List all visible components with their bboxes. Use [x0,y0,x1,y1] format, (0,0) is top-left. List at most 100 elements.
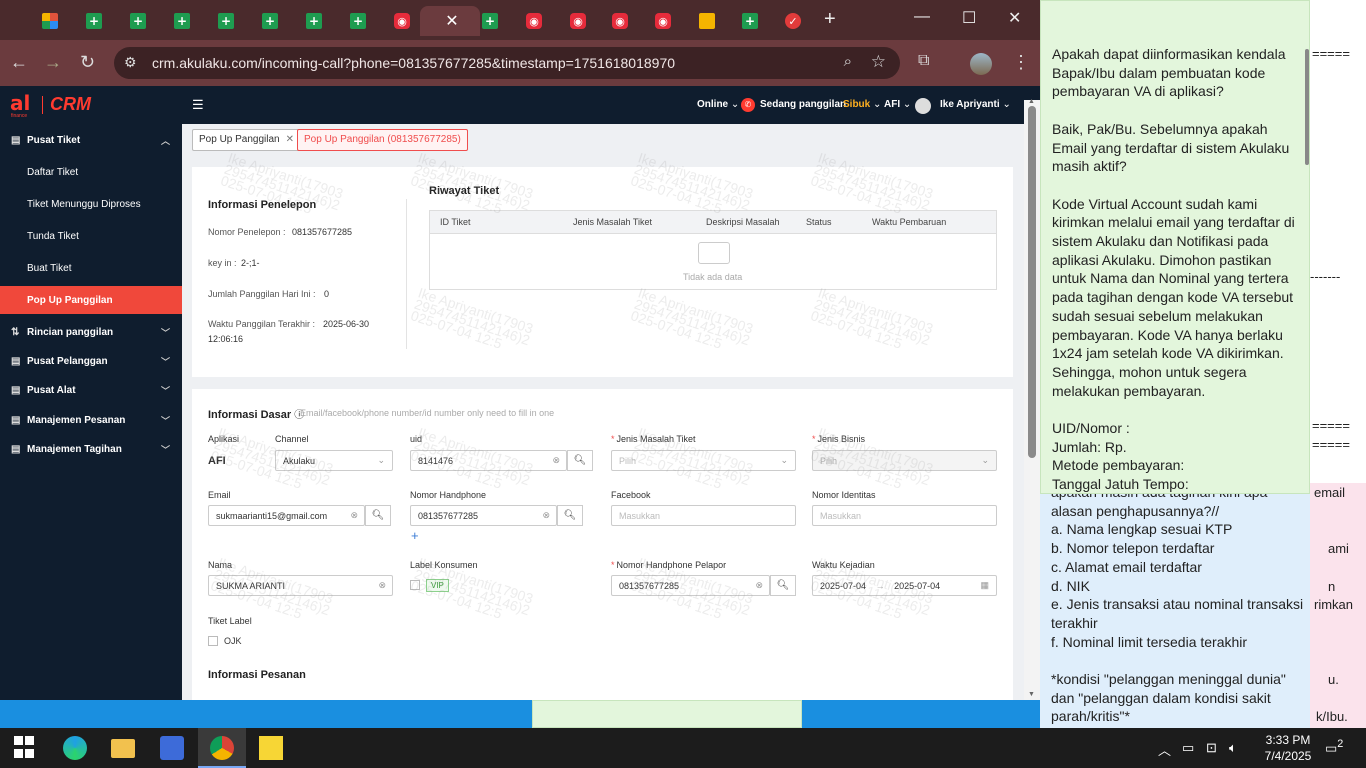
busy-status[interactable]: Sibuk ⌄ [843,99,881,110]
company-select[interactable]: AFI ⌄ [884,99,911,110]
browser-tab[interactable] [250,6,290,36]
tab-pop-up-panggilan[interactable]: Pop Up Panggilan ✕ [192,129,302,151]
hp-search-button[interactable]: 🔍︎ [557,505,583,526]
nama-field[interactable]: SUKMA ARIANTI ⊗ [208,575,393,596]
profile-avatar[interactable] [970,53,992,75]
browser-tab[interactable] [382,6,422,36]
sidebar-item-rincian-panggilan[interactable]: ⇅ Rincian panggilan ﹀ [0,318,182,346]
menu-toggle-icon[interactable]: ☰ [192,97,204,113]
note-green-text[interactable]: Apakah dapat diinformasikan kendala Bapa… [1052,45,1302,493]
edge-icon[interactable] [63,736,87,760]
browser-tab[interactable] [294,6,334,36]
sticky-note-blue[interactable]: apakah masih ada tagihan kini apa alasan… [1040,483,1310,728]
extensions-icon[interactable]: ⧉ [918,52,929,70]
sticky-note-pink[interactable]: email ami n rimkan u. k/Ibu. [1310,483,1366,728]
bookmark-star-icon[interactable]: ☆ [871,52,886,72]
scrollbar-thumb[interactable] [1028,106,1036,458]
online-status[interactable]: Online ⌄ [697,99,739,110]
user-menu[interactable]: Ike Apriyanti ⌄ [940,99,1011,110]
ojk-checkbox[interactable] [208,636,218,646]
menu-dots-icon[interactable]: ⋮ [1012,52,1030,73]
clear-icon[interactable]: ⊗ [350,510,358,521]
email-search-button[interactable]: 🔍︎ [365,505,391,526]
uid-search-button[interactable]: 🔍︎ [567,450,593,471]
sidebar-item-manajemen-tagihan[interactable]: ▤ Manajemen Tagihan ﹀ [0,435,182,463]
close-window-icon[interactable]: ✕ [1008,8,1021,28]
sidebar-item-pusat-tiket[interactable]: ▤ Pusat Tiket ︿ [0,126,182,154]
system-clock[interactable]: 3:33 PM 7/4/2025 [1258,732,1318,764]
close-icon[interactable]: ✕ [286,134,294,145]
scroll-up-icon[interactable]: ▲ [1028,98,1035,105]
sidebar-item-tunda-tiket[interactable]: Tunda Tiket [0,222,182,250]
clear-icon[interactable]: ⊗ [378,580,386,591]
facebook-field[interactable]: Masukkan [611,505,796,526]
hp-field[interactable]: 081357677285 ⊗ [410,505,557,526]
hp-pelapor-search-button[interactable]: 🔍︎ [770,575,796,596]
sidebar-item-buat-tiket[interactable]: Buat Tiket [0,254,182,282]
battery-icon[interactable]: ▭ [1182,740,1194,756]
url-text[interactable]: crm.akulaku.com/incoming-call?phone=0813… [152,55,675,71]
page-scrollbar[interactable]: ▲ ▼ [1024,98,1040,700]
browser-tab[interactable] [558,6,598,36]
clear-icon[interactable]: ⊗ [755,580,763,591]
back-icon[interactable]: ← [10,52,28,73]
add-phone-icon[interactable]: + [411,528,419,543]
browser-tab[interactable] [687,6,727,36]
network-icon[interactable]: ⊡ [1206,740,1217,756]
clear-icon[interactable]: ⊗ [542,510,550,521]
uid-input[interactable]: 8141476 ⊗ [410,450,567,471]
browser-tab[interactable] [514,6,554,36]
browser-tab[interactable] [206,6,246,36]
zoom-icon[interactable]: ⌕ [844,53,852,70]
browser-tab[interactable] [30,6,70,36]
chrome-icon[interactable] [210,736,234,760]
sidebar-item-tiket-menunggu[interactable]: Tiket Menunggu Diproses [0,190,182,218]
sticky-note-green[interactable]: Apakah dapat diinformasikan kendala Bapa… [1040,0,1310,494]
note-blue-text[interactable]: apakah masih ada tagihan kini apa alasan… [1051,483,1306,726]
sticky-note-strip[interactable] [532,700,802,728]
windows-start-icon[interactable] [14,736,38,760]
minimize-icon[interactable]: — [914,8,930,26]
email-field[interactable]: sukmaarianti15@gmail.com ⊗ [208,505,365,526]
address-bar[interactable]: ⚙ crm.akulaku.com/incoming-call?phone=08… [114,47,900,79]
sidebar-item-manajemen-pesanan[interactable]: ▤ Manajemen Pesanan ﹀ [0,406,182,434]
volume-icon[interactable]: 🔈︎ [1229,740,1237,756]
col-id-tiket: ID Tiket [440,217,471,227]
clear-icon[interactable]: ⊗ [552,455,560,466]
close-tab-icon[interactable]: ✕ [445,11,458,31]
sticky-notes-icon[interactable] [259,736,283,760]
store-icon[interactable] [160,736,184,760]
browser-tab[interactable] [162,6,202,36]
browser-tab[interactable] [470,6,510,36]
browser-tab[interactable] [730,6,770,36]
file-explorer-icon[interactable] [111,739,135,758]
chevron-up-icon[interactable]: ︿ [1158,740,1171,759]
jenis-masalah-select[interactable]: Pilih ⌄ [611,450,796,471]
notification-icon[interactable]: ▭2 [1325,738,1343,756]
note-scrollbar[interactable] [1305,49,1309,165]
scroll-down-icon[interactable]: ▼ [1028,691,1035,698]
sidebar-item-pop-up-panggilan[interactable]: Pop Up Panggilan [0,286,182,314]
maximize-icon[interactable]: ☐ [962,8,976,28]
browser-tab[interactable] [773,6,813,36]
site-info-icon[interactable]: ⚙ [124,54,137,71]
reload-icon[interactable]: ↻ [80,52,95,73]
sidebar-item-pusat-pelanggan[interactable]: ▤ Pusat Pelanggan ﹀ [0,347,182,375]
browser-tab[interactable] [600,6,640,36]
tab-pop-up-panggilan-phone[interactable]: Pop Up Panggilan (081357677285) [297,129,468,151]
date-range-picker[interactable]: 2025-07-04 → 2025-07-04 ▦ [812,575,997,596]
new-tab-icon[interactable]: + [824,8,836,31]
sidebar-item-daftar-tiket[interactable]: Daftar Tiket [0,158,182,186]
browser-tab[interactable] [118,6,158,36]
caller-phone-label: Nomor Penelepon : [208,227,286,237]
vip-checkbox[interactable] [410,580,420,590]
browser-tab[interactable] [338,6,378,36]
channel-select[interactable]: Akulaku ⌄ [275,450,393,471]
browser-tab[interactable] [74,6,114,36]
identitas-field[interactable]: Masukkan [812,505,997,526]
forward-icon[interactable]: → [44,52,62,73]
sidebar-item-pusat-alat[interactable]: ▤ Pusat Alat ﹀ [0,376,182,404]
hp-pelapor-field[interactable]: 081357677285 ⊗ [611,575,770,596]
jenis-bisnis-select[interactable]: Pilih ⌄ [812,450,997,471]
browser-tab[interactable] [643,6,683,36]
